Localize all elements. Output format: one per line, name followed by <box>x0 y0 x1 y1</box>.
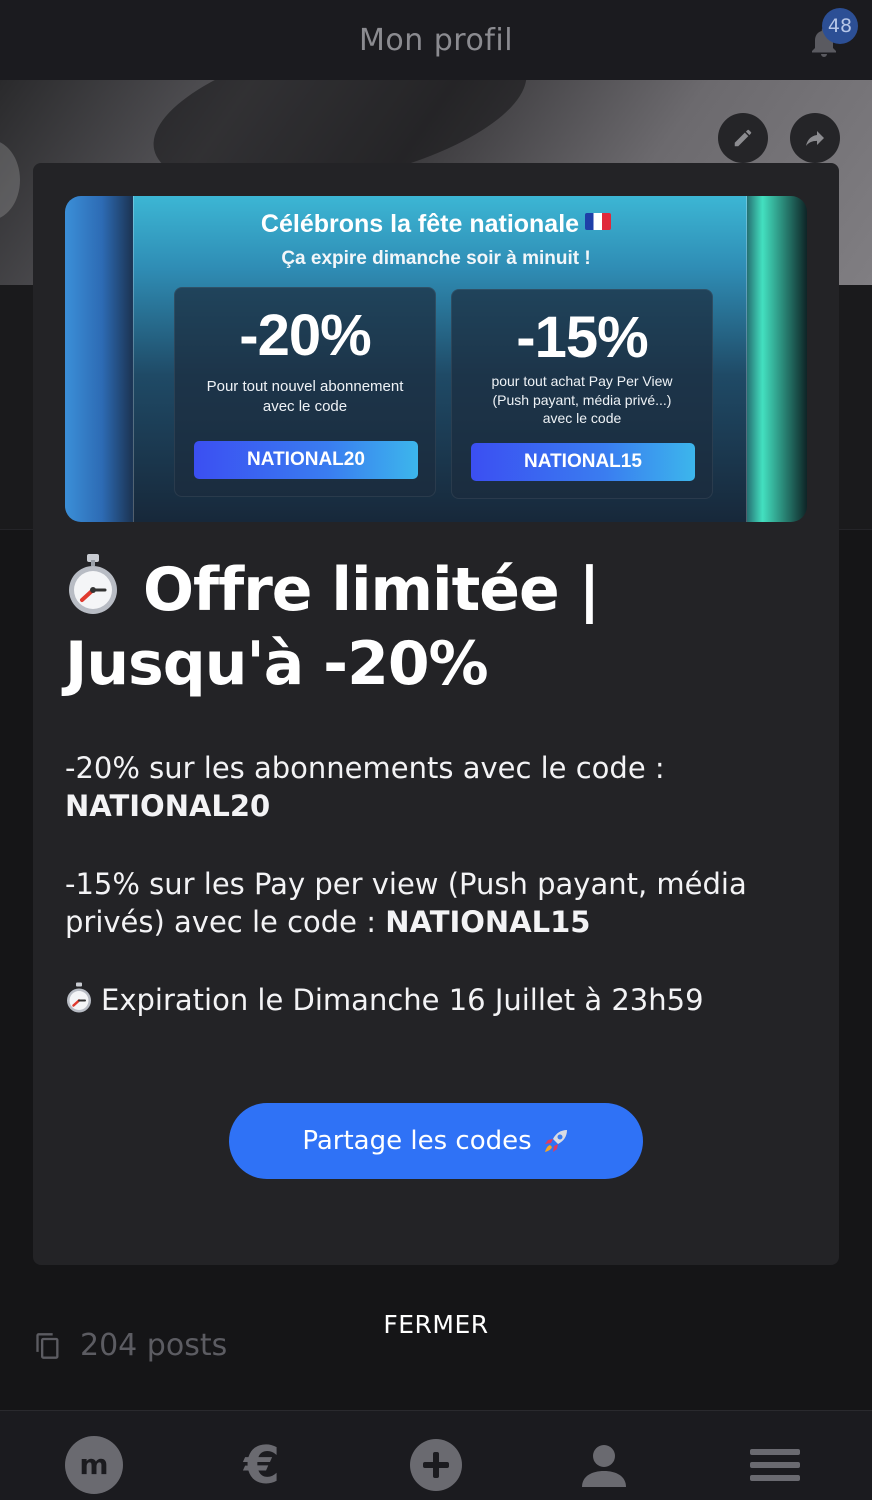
share-arrow-icon <box>806 131 824 146</box>
share-profile-button[interactable] <box>790 113 840 163</box>
offer-code: NATIONAL20 <box>194 441 418 479</box>
page-title: Mon profil <box>358 22 514 58</box>
ppv-code: NATIONAL15 <box>385 905 591 939</box>
stopwatch-icon <box>67 982 91 1013</box>
banner-title: Célébrons la fête nationale <box>65 210 807 239</box>
profile-icon <box>582 1445 626 1487</box>
subscription-code: NATIONAL20 <box>65 789 271 823</box>
euro-icon: € <box>243 1438 280 1492</box>
notification-badge: 48 <box>822 8 858 44</box>
subscription-offer-text: -20% sur les abonnements avec le code : … <box>65 751 665 823</box>
ppv-offer-text: -15% sur les Pay per view (Push payant, … <box>65 867 747 939</box>
edit-button[interactable] <box>718 113 768 163</box>
nav-create[interactable] <box>406 1435 466 1495</box>
offer-percent: -15% <box>516 305 648 370</box>
promo-modal: Célébrons la fête nationale Ça expire di… <box>33 163 839 1265</box>
pencil-icon <box>734 129 752 147</box>
promo-banner: Célébrons la fête nationale Ça expire di… <box>65 196 807 522</box>
svg-text:€: € <box>243 1438 280 1492</box>
offer-code: NATIONAL15 <box>471 443 695 481</box>
copy-icon <box>36 1332 59 1359</box>
offer-description: pour tout achat Pay Per View (Push payan… <box>491 373 673 426</box>
share-codes-button[interactable]: Partage les codes <box>229 1103 643 1179</box>
nav-menu[interactable] <box>745 1435 805 1495</box>
posts-label: 204 posts <box>80 1328 228 1363</box>
bottom-nav: m € <box>0 1410 872 1500</box>
stopwatch-icon <box>69 554 117 614</box>
rocket-icon <box>544 1130 567 1152</box>
home-logo-icon: m <box>65 1436 123 1494</box>
add-circle-icon <box>410 1439 462 1491</box>
nav-home[interactable]: m <box>64 1435 124 1495</box>
posts-count: 204 posts <box>34 1328 227 1363</box>
svg-text:m: m <box>79 1448 108 1481</box>
nav-profile[interactable] <box>574 1435 634 1495</box>
menu-icon <box>750 1449 800 1481</box>
offer-box-2: -15% pour tout achat Pay Per View (Push … <box>451 289 713 499</box>
french-flag-icon <box>585 213 612 230</box>
expiration-text: Expiration le Dimanche 16 Juillet à 23h5… <box>65 981 805 1019</box>
modal-heading: Offre limitée | Jusqu'à -20% <box>65 554 600 699</box>
offer-description: Pour tout nouvel abonnement avec le code <box>206 378 404 415</box>
nav-wallet[interactable]: € <box>232 1435 292 1495</box>
offer-percent: -20% <box>239 303 371 368</box>
offer-box-1: -20% Pour tout nouvel abonnement avec le… <box>174 287 436 497</box>
close-button[interactable]: FERMER <box>336 1310 536 1350</box>
banner-subtitle: Ça expire dimanche soir à minuit ! <box>281 248 591 269</box>
top-bar: Mon profil 48 <box>0 0 872 80</box>
